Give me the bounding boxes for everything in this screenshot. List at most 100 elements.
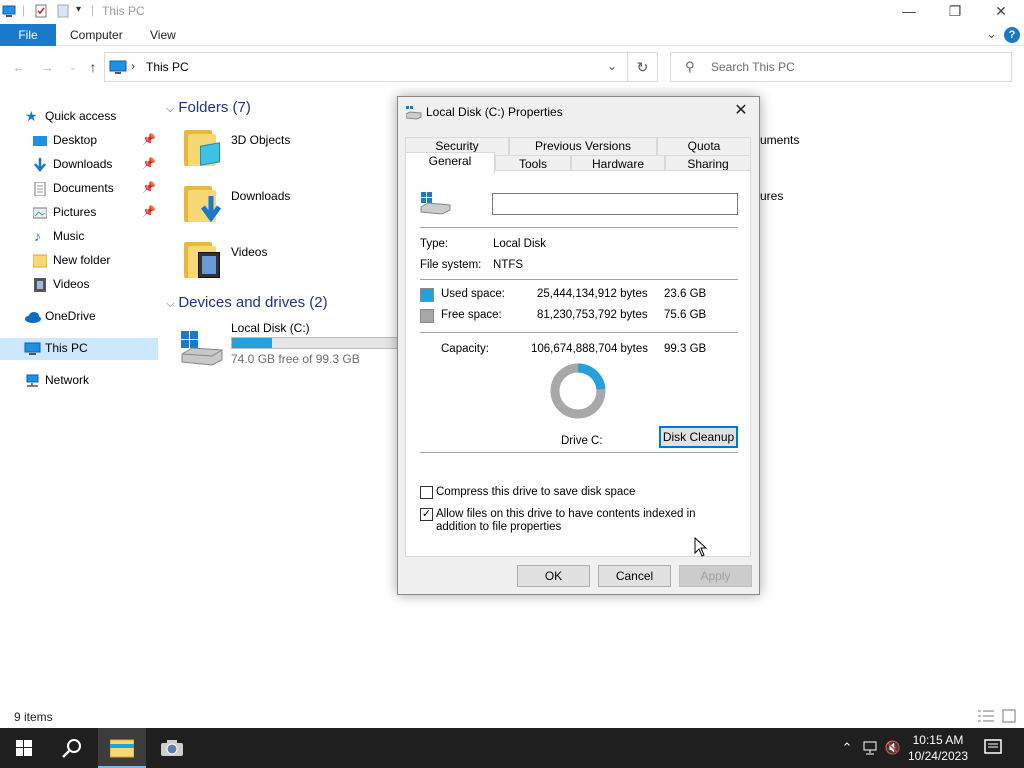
tab-general[interactable]: General [405,152,495,173]
free-space-label: Free space: [441,309,502,321]
qat-separator: | [22,3,26,17]
sidebar-item-documents[interactable]: Documents 📌 [0,178,158,200]
properties-dialog: Local Disk (C:) Properties ✕ Security Pr… [397,96,760,595]
new-folder-icon[interactable] [56,4,70,18]
pin-icon: 📌 [142,158,156,170]
sidebar-item-pictures[interactable]: Pictures 📌 [0,202,158,224]
download-icon [34,158,46,172]
pin-icon: 📌 [142,206,156,218]
capacity-label: Capacity: [441,343,489,355]
sidebar-item-music[interactable]: ♪ Music [0,226,158,248]
sidebar-item-label: Quick access [45,109,117,123]
videos-icon [34,278,46,292]
folder-label-pictures-partial[interactable]: ures [760,189,783,203]
window-title: This PC [102,4,145,18]
sidebar-item-videos[interactable]: Videos [0,274,158,296]
details-view-icon[interactable] [978,710,994,722]
tab-view[interactable]: View [150,24,176,46]
sidebar-item-new-folder[interactable]: New folder [0,250,158,272]
disk-cleanup-button[interactable]: Disk Cleanup [659,426,738,448]
cancel-button[interactable]: Cancel [598,565,671,587]
sidebar-item-label: This PC [45,341,88,355]
pin-icon: 📌 [142,134,156,146]
maximize-button[interactable]: ❐ [932,0,978,24]
minimize-button[interactable]: — [886,0,932,24]
mouse-cursor-icon [694,537,708,557]
drive-name-field[interactable] [492,193,738,215]
sidebar-item-quick-access[interactable]: ★ Quick access [0,106,158,128]
folder-label-documents-partial[interactable]: uments [760,133,799,147]
breadcrumb[interactable]: This PC [146,60,189,74]
ribbon-tabs: File Computer View ⌄ ? [0,24,1024,46]
search-icon: ⚲ [685,59,695,74]
windows-logo-icon [16,740,32,756]
refresh-button[interactable]: ↻ [628,52,658,82]
capacity-bytes: 106,674,888,704 bytes [531,343,649,355]
sidebar-item-label: Documents [53,181,114,195]
sidebar-item-label: Videos [53,277,90,291]
tab-computer[interactable]: Computer [70,24,123,46]
help-icon[interactable]: ? [1004,27,1020,43]
folder-3d-icon [184,128,224,168]
sidebar-item-label: New folder [53,253,111,267]
chevron-down-icon: ⌵ [166,298,175,310]
sidebar-item-network[interactable]: Network [0,370,158,392]
music-icon: ♪ [34,228,41,244]
hard-drive-icon [181,331,223,366]
search-input[interactable]: ⚲ Search This PC [670,52,1012,82]
search-taskbar-button[interactable] [48,728,96,768]
section-header-folders[interactable]: ⌵ Folders (7) [166,99,251,116]
address-dropdown-icon[interactable]: ⌄ [607,59,617,73]
used-space-bytes: 25,444,134,912 bytes [537,288,648,300]
section-header-devices[interactable]: ⌵ Devices and drives (2) [166,294,328,311]
dialog-close-button[interactable]: ✕ [731,101,751,121]
forward-arrow-icon[interactable]: → [38,58,56,76]
camera-taskbar-button[interactable] [148,728,196,768]
pictures-icon [33,207,47,219]
tab-file[interactable]: File [0,24,56,46]
address-bar[interactable]: › This PC ⌄ [104,52,628,82]
chevron-down-icon: ⌵ [166,103,175,115]
used-space-arc [577,363,606,390]
ribbon-collapse-icon[interactable]: ⌄ [986,26,997,42]
computer-icon [109,60,127,74]
file-explorer-taskbar-button[interactable] [98,728,146,768]
title-separator: | [91,3,95,17]
sidebar-item-desktop[interactable]: Desktop 📌 [0,130,158,152]
pin-icon: 📌 [142,182,156,194]
ok-button[interactable]: OK [517,565,590,587]
recent-locations-icon[interactable]: ⌄ [64,58,82,76]
compress-checkbox[interactable] [420,486,433,499]
apply-button[interactable]: Apply [679,565,752,587]
large-icons-view-icon[interactable] [1002,709,1016,723]
show-hidden-icons-chevron-icon[interactable]: ⌃ [838,740,856,756]
folder-label: 3D Objects [231,133,291,147]
used-space-label: Used space: [441,288,505,300]
notifications-icon[interactable] [984,739,1002,757]
sidebar-item-downloads[interactable]: Downloads 📌 [0,154,158,176]
qat-dropdown-icon[interactable]: ▾ [76,4,81,15]
start-button[interactable] [0,728,48,768]
capacity-gb: 99.3 GB [664,343,707,355]
index-checkbox[interactable]: ✓ [420,508,433,521]
sidebar-item-onedrive[interactable]: OneDrive [0,306,158,328]
section-header-label: Folders (7) [178,99,251,116]
network-icon [26,374,39,387]
navigation-pane: ★ Quick access Desktop 📌 Downloads 📌 Doc… [0,100,158,700]
sidebar-item-label: Music [53,229,85,243]
camera-icon [161,740,183,756]
network-icon[interactable] [862,740,878,756]
free-space-swatch [420,309,434,323]
properties-icon[interactable] [34,4,48,18]
up-arrow-icon[interactable]: ↑ [84,58,102,76]
used-space-gb: 23.6 GB [664,288,707,300]
close-button[interactable]: ✕ [978,0,1024,24]
taskbar: ⌃ 🔇 10:15 AM 10/24/2023 [0,728,1024,768]
drive-icon [406,106,422,120]
tab-previous-versions[interactable]: Previous Versions [509,137,657,155]
back-arrow-icon[interactable]: ← [10,58,28,76]
tab-quota[interactable]: Quota [657,137,751,155]
volume-muted-icon[interactable]: 🔇 [884,740,902,756]
sidebar-item-this-pc[interactable]: This PC [0,338,158,360]
clock[interactable]: 10:15 AM 10/24/2023 [908,732,968,764]
